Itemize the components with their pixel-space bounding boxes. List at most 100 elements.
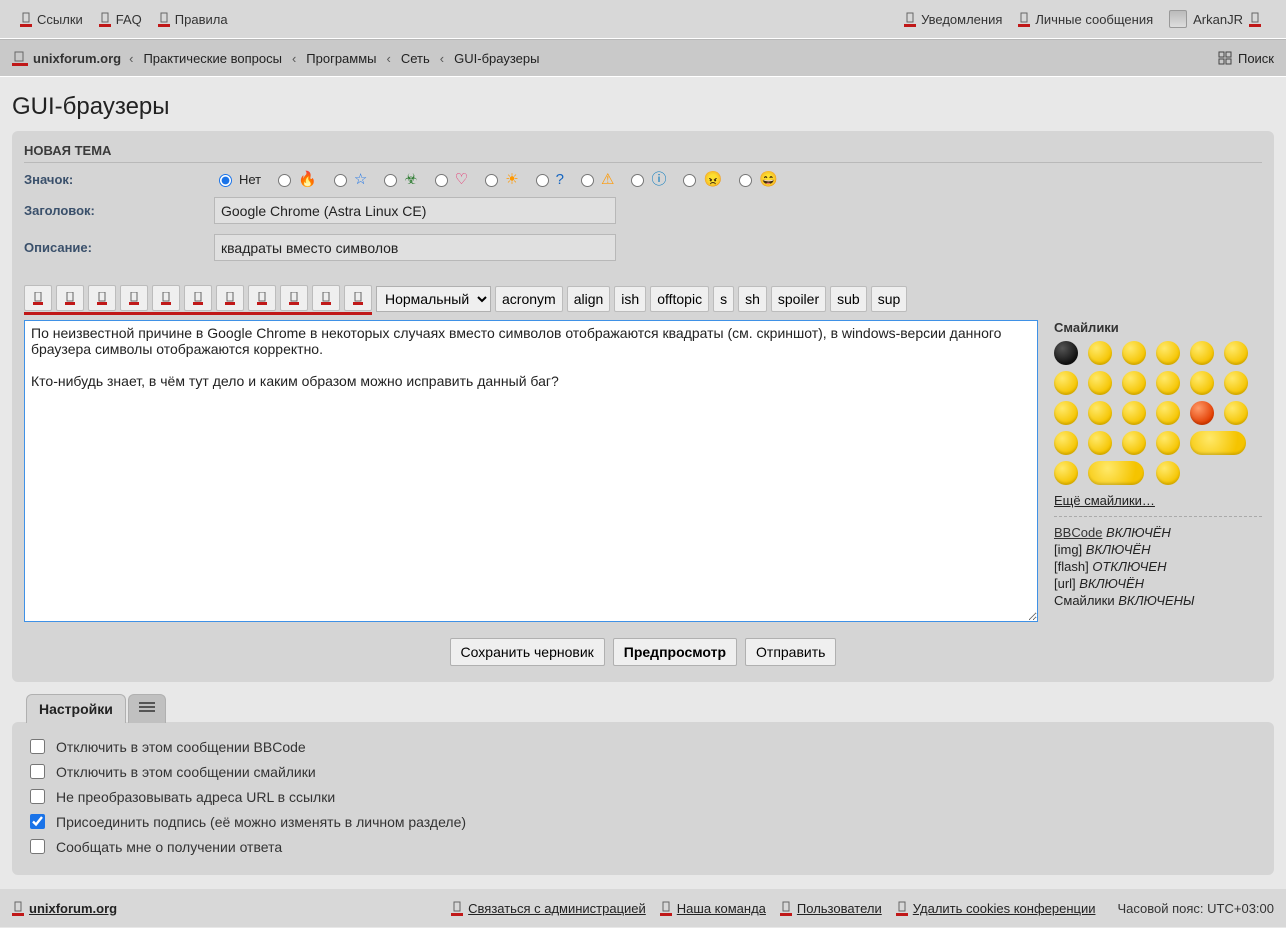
chevron-down-icon <box>1249 11 1261 27</box>
smiley-8[interactable] <box>1122 371 1146 395</box>
tab-settings[interactable]: Настройки <box>26 694 126 723</box>
smiley-6[interactable] <box>1054 371 1078 395</box>
smilies-heading: Смайлики <box>1054 320 1262 335</box>
topbar-rules[interactable]: Правила <box>150 0 236 39</box>
option-notify_reply[interactable]: Сообщать мне о получении ответа <box>26 836 1260 857</box>
tab-attachments[interactable] <box>128 694 166 723</box>
submit-row: Сохранить черновик Предпросмотр Отправит… <box>24 632 1262 666</box>
smiley-7[interactable] <box>1088 371 1112 395</box>
topic-icon-fire[interactable]: 🔥 <box>273 171 317 187</box>
smiley-23[interactable] <box>1054 461 1078 485</box>
smiley-5[interactable] <box>1224 341 1248 365</box>
save-draft-button[interactable]: Сохранить черновик <box>450 638 605 666</box>
bbcode-sup-button[interactable]: sup <box>871 286 908 312</box>
smiley-3[interactable] <box>1156 341 1180 365</box>
search-link[interactable]: Поиск <box>1218 51 1274 66</box>
topic-icon-sun[interactable]: ☀ <box>480 171 518 187</box>
more-smilies-link[interactable]: Ещё смайлики… <box>1054 493 1155 508</box>
topic-icon-heart[interactable]: ♡ <box>430 171 468 187</box>
topic-icon-angry[interactable]: 😠 <box>678 171 722 187</box>
format-button-1[interactable] <box>56 285 84 311</box>
topbar-faq-label: FAQ <box>116 12 142 27</box>
topbar-user-menu[interactable]: ArkanJR <box>1161 0 1274 39</box>
footer-link[interactable]: Связаться с администрацией <box>468 901 646 916</box>
smiley-12[interactable] <box>1054 401 1078 425</box>
smiley-10[interactable] <box>1190 371 1214 395</box>
smiley-18[interactable] <box>1054 431 1078 455</box>
footer: unixforum.org Связаться с администрацией… <box>0 889 1286 927</box>
flash-state: ОТКЛЮЧЕН <box>1092 559 1166 574</box>
topic-icon-none[interactable]: Нет <box>214 171 261 187</box>
smiley-25[interactable] <box>1156 461 1180 485</box>
bbcode-ish-button[interactable]: ish <box>614 286 646 312</box>
smiley-14[interactable] <box>1122 401 1146 425</box>
smiley-9[interactable] <box>1156 371 1180 395</box>
bbcode-offtopic-button[interactable]: offtopic <box>650 286 709 312</box>
preview-button[interactable]: Предпросмотр <box>613 638 737 666</box>
format-button-4[interactable] <box>152 285 180 311</box>
format-button-9[interactable] <box>312 285 340 311</box>
footer-link[interactable]: Удалить cookies конференции <box>913 901 1096 916</box>
footer-link[interactable]: Наша команда <box>677 901 766 916</box>
smiley-4[interactable] <box>1190 341 1214 365</box>
smiley-22[interactable] <box>1190 431 1246 455</box>
topbar-username: ArkanJR <box>1193 12 1243 27</box>
format-button-3[interactable] <box>120 285 148 311</box>
topbar-faq[interactable]: FAQ <box>91 0 150 39</box>
bbcode-help-link[interactable]: BBCode <box>1054 525 1102 540</box>
option-disable_magic_url[interactable]: Не преобразовывать адреса URL в ссылки <box>26 786 1260 807</box>
smiley-11[interactable] <box>1224 371 1248 395</box>
description-input[interactable] <box>214 234 616 261</box>
format-button-2[interactable] <box>88 285 116 311</box>
format-button-6[interactable] <box>216 285 244 311</box>
option-disable_bbcode[interactable]: Отключить в этом сообщении BBCode <box>26 736 1260 757</box>
warn-icon: ⚠ <box>601 172 614 187</box>
option-attach_sig[interactable]: Присоединить подпись (её можно изменять … <box>26 811 1260 832</box>
footer-link[interactable]: Пользователи <box>797 901 882 916</box>
bbcode-sh-button[interactable]: sh <box>738 286 767 312</box>
smiley-16[interactable] <box>1190 401 1214 425</box>
format-button-8[interactable] <box>280 285 308 311</box>
option-disable_smilies[interactable]: Отключить в этом сообщении смайлики <box>26 761 1260 782</box>
smiley-1[interactable] <box>1088 341 1112 365</box>
smiley-24[interactable] <box>1088 461 1144 485</box>
smiley-21[interactable] <box>1156 431 1180 455</box>
footer-home[interactable]: unixforum.org <box>12 889 125 928</box>
topic-icon-help[interactable]: ? <box>531 171 564 187</box>
message-textarea[interactable] <box>24 320 1038 622</box>
format-button-5[interactable] <box>184 285 212 311</box>
topic-icon-star[interactable]: ☆ <box>329 171 367 187</box>
breadcrumb-item[interactable]: GUI-браузеры <box>454 51 539 66</box>
breadcrumb-item[interactable]: Программы <box>306 51 376 66</box>
format-button-0[interactable] <box>24 285 52 311</box>
topic-icon-warn[interactable]: ⚠ <box>576 171 614 187</box>
format-button-7[interactable] <box>248 285 276 311</box>
breadcrumb-home[interactable]: unixforum.org <box>12 50 121 66</box>
topic-icon-biohazard[interactable]: ☣ <box>379 171 417 187</box>
bbcode-spoiler-button[interactable]: spoiler <box>771 286 826 312</box>
breadcrumb-item[interactable]: Сеть <box>401 51 430 66</box>
topic-icon-info[interactable]: ⓘ <box>626 171 666 187</box>
topbar-pm[interactable]: Личные сообщения <box>1010 0 1161 39</box>
smiley-0[interactable] <box>1054 341 1078 365</box>
format-button-10[interactable] <box>344 285 372 311</box>
help-icon: ? <box>556 172 564 187</box>
smiley-19[interactable] <box>1088 431 1112 455</box>
smiley-13[interactable] <box>1088 401 1112 425</box>
smiley-2[interactable] <box>1122 341 1146 365</box>
smiley-20[interactable] <box>1122 431 1146 455</box>
fontsize-select[interactable]: Нормальный <box>376 286 491 312</box>
bbcode-align-button[interactable]: align <box>567 286 611 312</box>
smiley-15[interactable] <box>1156 401 1180 425</box>
breadcrumb-item[interactable]: Практические вопросы <box>143 51 281 66</box>
bbcode-acronym-button[interactable]: acronym <box>495 286 563 312</box>
topbar-notifications[interactable]: Уведомления <box>896 0 1010 39</box>
smiley-17[interactable] <box>1224 401 1248 425</box>
topbar-links[interactable]: Ссылки <box>12 0 91 39</box>
subject-input[interactable] <box>214 197 616 224</box>
submit-button[interactable]: Отправить <box>745 638 836 666</box>
topic-icon-mrgreen[interactable]: 😄 <box>734 171 778 187</box>
label-icon: Значок: <box>24 172 202 187</box>
bbcode-s-button[interactable]: s <box>713 286 734 312</box>
bbcode-sub-button[interactable]: sub <box>830 286 867 312</box>
